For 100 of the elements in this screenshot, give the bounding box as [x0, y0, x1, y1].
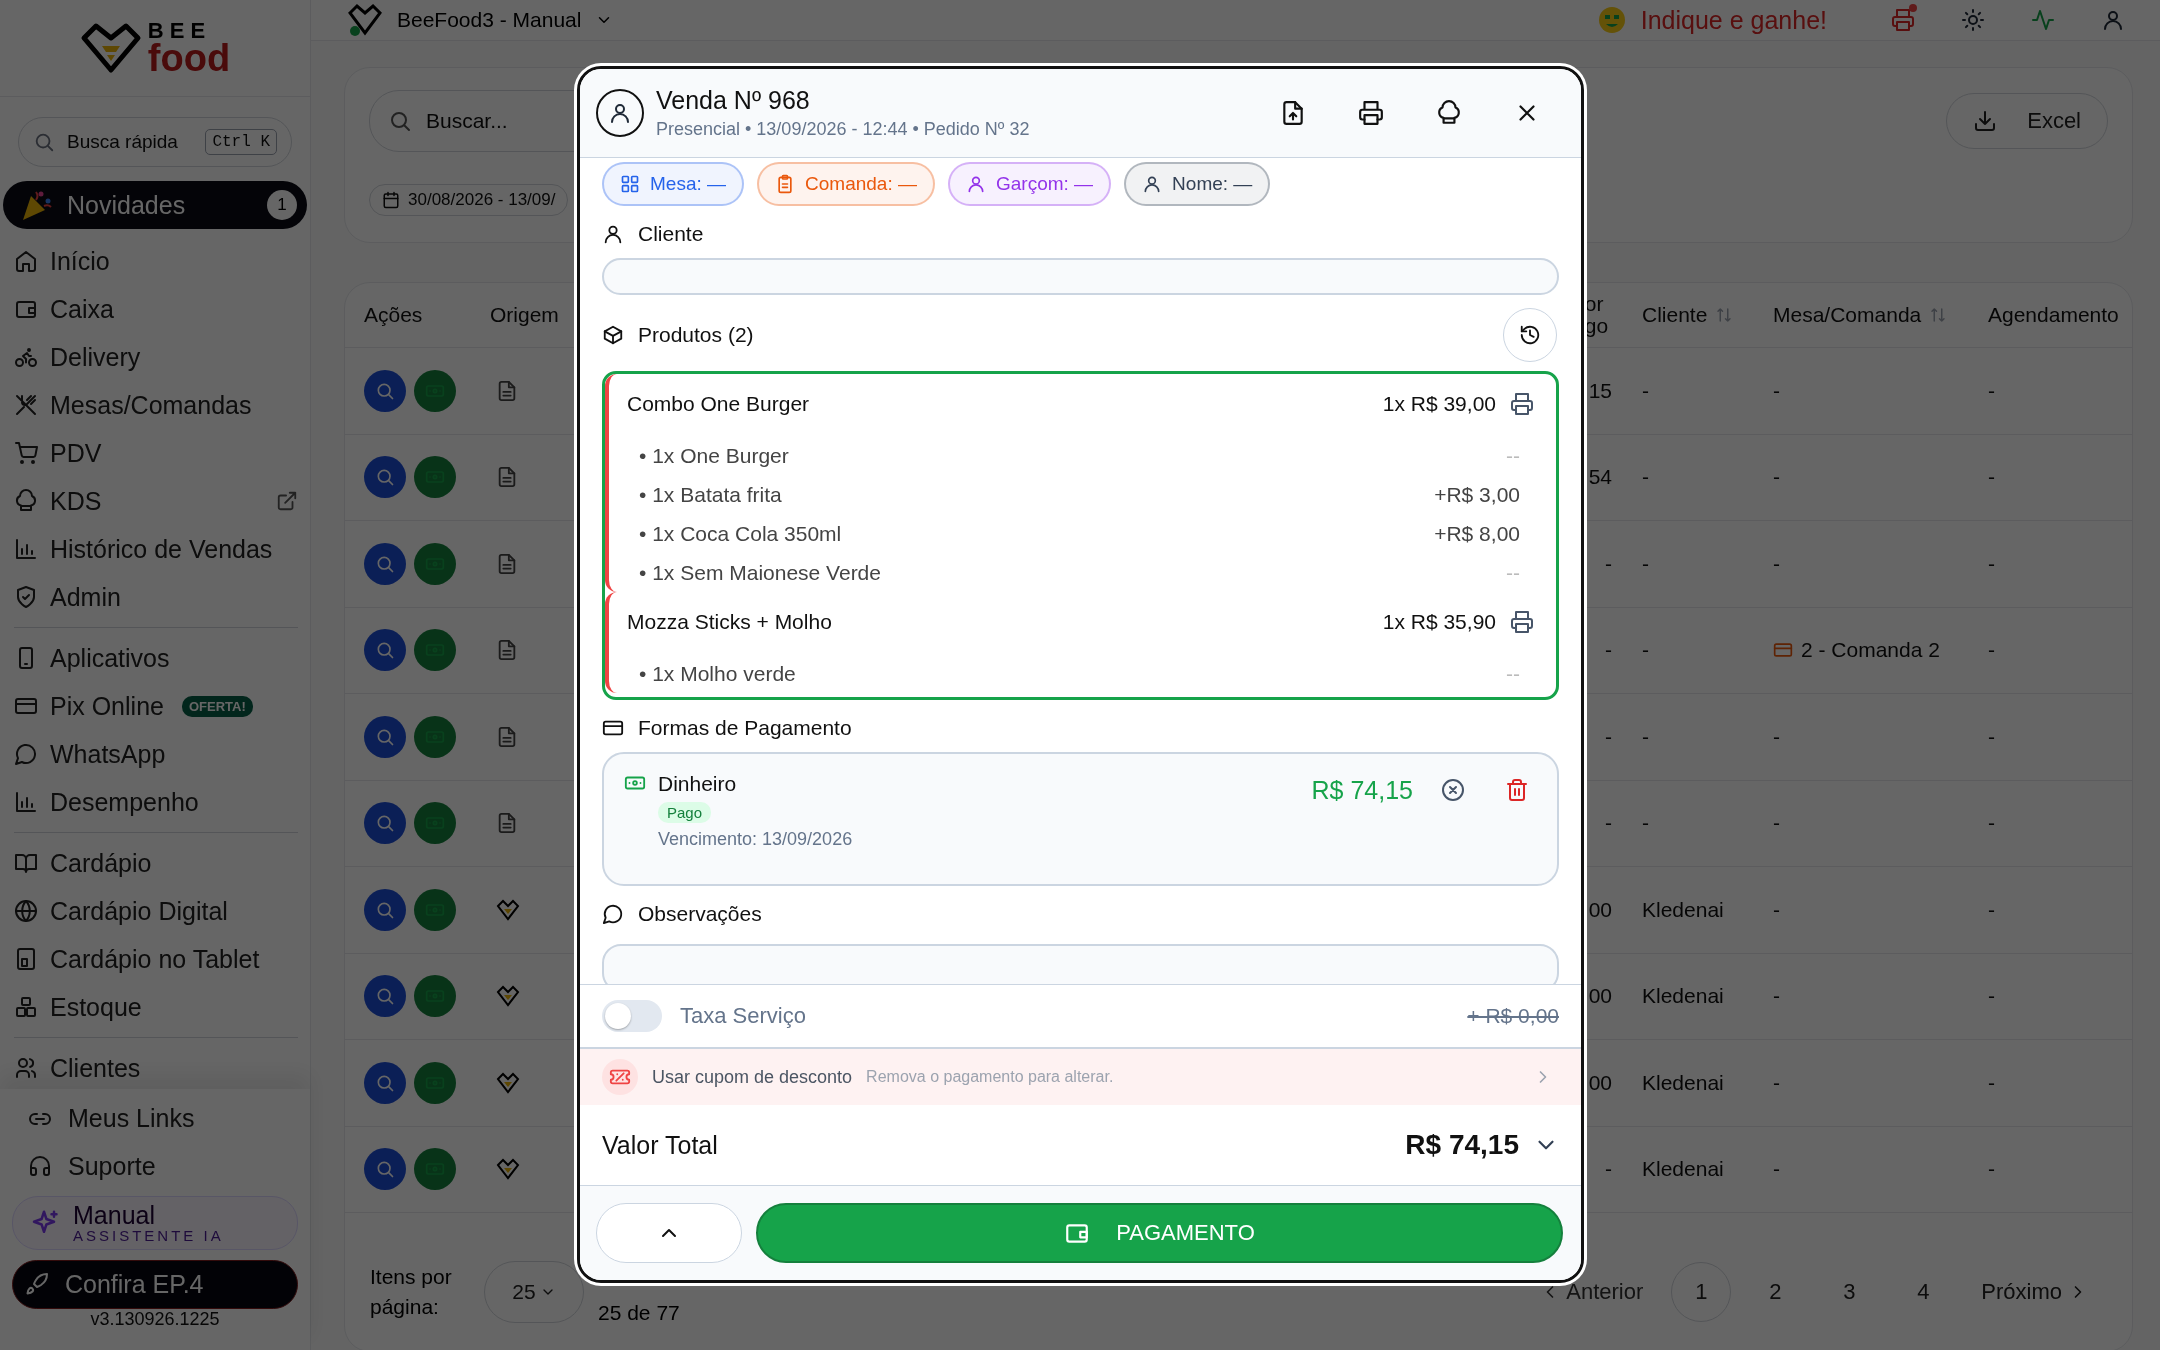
view-button[interactable]	[364, 456, 406, 499]
nav-item[interactable]: WhatsApp	[14, 730, 298, 778]
nav-item[interactable]: Pix Online OFERTA!	[14, 682, 298, 730]
payment-button[interactable]: PAGAMENTO	[756, 1203, 1563, 1263]
workspace-switcher[interactable]: BeeFood3 - Manual	[397, 8, 614, 32]
cancel-payment-button[interactable]	[1441, 778, 1465, 802]
view-button[interactable]	[364, 715, 406, 758]
payment-button[interactable]	[414, 542, 456, 585]
package-icon	[602, 324, 624, 346]
search-icon	[33, 131, 55, 153]
sort-icon[interactable]	[1715, 306, 1734, 324]
table-cell: -	[1988, 1070, 1995, 1095]
nav-item[interactable]: Admin	[14, 573, 298, 621]
per-page-select[interactable]: 25	[484, 1261, 584, 1323]
date-range-button[interactable]: 30/08/2026 - 13/09/	[369, 184, 569, 216]
table-cell: -	[1988, 551, 1995, 576]
payment-button[interactable]	[414, 629, 456, 672]
referral-link[interactable]: Indique e ganhe!	[1640, 5, 1827, 35]
column-header: Ações	[364, 303, 423, 327]
nav-item[interactable]: Cardápio no Tablet	[14, 935, 298, 983]
offer-tag: OFERTA!	[181, 695, 253, 717]
print-item-button[interactable]	[1510, 392, 1534, 416]
nav-item[interactable]: Estoque	[14, 983, 298, 1031]
print-item-button[interactable]	[1510, 610, 1534, 634]
nav-item[interactable]: Meus Links	[12, 1095, 298, 1143]
table-cell: -	[1605, 638, 1612, 663]
option-text: • 1x Coca Cola 350ml	[639, 521, 843, 546]
column-header[interactable]: Mesa/Comanda	[1773, 303, 1948, 327]
payment-button[interactable]	[414, 1061, 456, 1104]
payment-button[interactable]	[414, 975, 456, 1018]
nav-item[interactable]: KDS	[14, 477, 298, 525]
view-button[interactable]	[364, 888, 406, 931]
nav-item[interactable]: PDV	[14, 429, 298, 477]
total-label: Valor Total	[602, 1130, 718, 1160]
view-button[interactable]	[364, 542, 406, 585]
assistant-button[interactable]: Manual ASSISTENTE IA	[12, 1196, 298, 1250]
toggle-switch[interactable]	[602, 1000, 662, 1032]
nav-item[interactable]: Suporte	[12, 1142, 298, 1191]
view-button[interactable]	[364, 802, 406, 845]
nav-item[interactable]: Mesas/Comandas	[14, 381, 298, 429]
delete-button[interactable]	[1505, 778, 1529, 802]
chat-bubble-icon	[14, 742, 38, 766]
view-button[interactable]	[364, 1061, 406, 1104]
count-badge: 1	[267, 190, 297, 220]
notes-field[interactable]	[602, 944, 1559, 984]
table-cell: -	[1642, 378, 1649, 403]
excel-button[interactable]: Excel	[1946, 93, 2108, 149]
house-icon	[14, 249, 38, 273]
view-button[interactable]	[364, 629, 406, 672]
table-cell: -	[1773, 984, 1780, 1009]
info-chip[interactable]: Garçom: —	[948, 162, 1112, 206]
payment-button[interactable]	[414, 802, 456, 845]
client-field[interactable]	[602, 258, 1559, 295]
view-button[interactable]	[364, 369, 406, 412]
bee-logo-icon	[496, 898, 520, 921]
page-button[interactable]: 4	[1893, 1262, 1954, 1322]
table-cell: -	[1988, 897, 1995, 922]
column-header[interactable]: Cliente	[1642, 303, 1734, 327]
page-button[interactable]: 3	[1819, 1262, 1880, 1322]
download-icon	[1973, 109, 1998, 133]
nav-item[interactable]: Histórico de Vendas	[14, 525, 298, 573]
sort-icon[interactable]	[1929, 306, 1948, 324]
info-chip[interactable]: Comanda: —	[757, 162, 935, 206]
keyboard-shortcut: Ctrl K	[205, 129, 277, 155]
info-chip[interactable]: Mesa: —	[602, 162, 745, 206]
payment-button[interactable]	[414, 369, 456, 412]
info-chip[interactable]: Nome: —	[1124, 162, 1271, 206]
fee-label: Taxa Serviço	[680, 1003, 806, 1029]
payment-button[interactable]	[414, 715, 456, 758]
section-label: Formas de Pagamento	[638, 716, 852, 740]
view-button[interactable]	[364, 1148, 406, 1191]
episode-button[interactable]: Confira EP.4	[12, 1259, 298, 1309]
next-page-link[interactable]: Próximo	[1981, 1279, 2088, 1305]
payment-button[interactable]	[414, 456, 456, 499]
option-text: • 1x Sem Maionese Verde	[639, 560, 882, 585]
nav-item[interactable]: Caixa	[14, 285, 298, 333]
previous-page-link[interactable]: Anterior	[1540, 1279, 1644, 1305]
nav-item[interactable]: Aplicativos	[14, 634, 298, 682]
nav-item[interactable]: Clientes	[14, 1044, 298, 1092]
user-icon	[608, 101, 632, 125]
nav-item[interactable]: Desempenho	[14, 778, 298, 826]
table-cell: Kledenai	[1642, 984, 1724, 1009]
view-button[interactable]	[364, 975, 406, 1018]
assistant-title: Manual	[73, 1202, 156, 1228]
bee-logo-icon	[496, 985, 520, 1008]
coupon-row[interactable]: Usar cupom de desconto Remova o pagamento para alterar.	[580, 1047, 1581, 1105]
table-cell: -	[1988, 724, 1995, 749]
printer-icon	[1358, 100, 1384, 126]
nav-item[interactable]: Cardápio	[14, 839, 298, 887]
bee-logo-icon	[79, 22, 142, 74]
nav-item[interactable]: Delivery	[14, 333, 298, 381]
quick-search-field[interactable]: Busca rápida Ctrl K	[18, 117, 292, 167]
document-icon	[496, 379, 518, 402]
payment-button[interactable]	[414, 1148, 456, 1191]
news-nav-item[interactable]: Novidades 1	[3, 181, 307, 229]
option-price: --	[1506, 443, 1520, 468]
page-button[interactable]: 2	[1745, 1262, 1806, 1322]
payment-button[interactable]	[414, 888, 456, 931]
nav-item[interactable]: Início	[14, 237, 298, 285]
nav-item[interactable]: Cardápio Digital	[14, 887, 298, 935]
